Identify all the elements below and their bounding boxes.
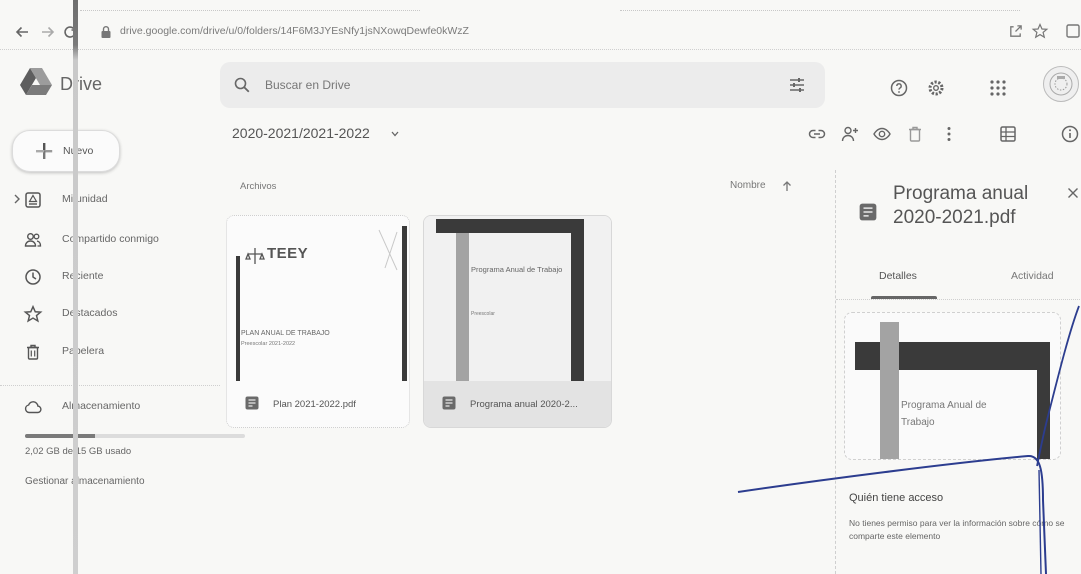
file-thumbnail[interactable]: TEEY PLAN ANUAL DE TRABAJO Preescolar 20…	[227, 216, 409, 381]
drive-logo-icon[interactable]	[20, 68, 53, 96]
access-text: No tienes permiso para ver la informació…	[849, 518, 1065, 541]
access-heading: Quién tiene acceso	[849, 492, 944, 504]
thumbnail-logo-text: TEEY	[267, 245, 309, 262]
details-panel: Programa anual 2020-2021.pdf Detalles Ac…	[835, 170, 1081, 574]
file-name: Programa anual 2020-2...	[470, 399, 578, 410]
chevron-down-icon[interactable]	[391, 131, 399, 137]
address-bar[interactable]: drive.google.com/drive/u/0/folders/14F6M…	[120, 25, 469, 37]
storage-usage-text: 2,02 GB de 15 GB usado	[25, 446, 132, 457]
thumbnail-mark	[378, 229, 398, 271]
file-preview[interactable]: Programa Anual de Trabajo	[844, 312, 1061, 460]
apps-grid-icon[interactable]	[989, 79, 1007, 97]
back-arrow-icon[interactable]	[14, 24, 32, 42]
tab-strip-edge	[620, 10, 1020, 11]
new-button-label: Nuevo	[63, 145, 94, 157]
thumbnail-border	[236, 256, 240, 381]
pdf-icon	[442, 396, 456, 410]
file-name: Plan 2021-2022.pdf	[273, 399, 356, 410]
thumbnail-bar	[456, 233, 469, 381]
storage-bar-fill	[25, 434, 96, 438]
sidebar-item-my-drive[interactable]: Mi unidad	[0, 187, 220, 213]
app-name[interactable]: Drive	[60, 74, 102, 95]
thumbnail-subtitle: Preescolar 2021-2022	[241, 341, 296, 347]
sidebar-item-storage[interactable]: Almacenamiento	[0, 394, 220, 420]
tab-strip-edge	[80, 10, 420, 11]
sidebar-item-label: Papelera	[62, 345, 105, 357]
preview-bar	[1037, 342, 1050, 459]
sidebar-divider	[0, 385, 220, 386]
preview-text: Programa Anual de Trabajo	[901, 400, 987, 428]
close-icon[interactable]	[1067, 187, 1079, 199]
sidebar-item-label: Mi unidad	[62, 193, 108, 205]
share-icon[interactable]	[1008, 24, 1026, 42]
bookmark-star-icon[interactable]	[1031, 23, 1050, 41]
plus-icon	[35, 142, 53, 160]
forward-arrow-icon[interactable]	[40, 24, 58, 42]
preview-bar	[880, 322, 899, 459]
scan-artifact-line	[73, 0, 78, 574]
clock-icon	[24, 268, 42, 286]
teey-logo-icon	[245, 248, 265, 264]
breadcrumb[interactable]: 2020-2021/2021-2022	[232, 125, 370, 141]
grid-view-icon[interactable]	[999, 125, 1017, 143]
page: drive.google.com/drive/u/0/folders/14F6M…	[0, 0, 1081, 574]
search-input[interactable]: Buscar en Drive	[265, 78, 350, 92]
help-icon[interactable]	[890, 79, 908, 97]
pdf-icon	[245, 396, 259, 410]
account-avatar[interactable]	[1043, 66, 1079, 102]
file-card[interactable]: TEEY PLAN ANUAL DE TRABAJO Preescolar 20…	[226, 215, 410, 428]
settings-gear-icon[interactable]	[927, 79, 945, 97]
tune-icon[interactable]	[788, 76, 806, 94]
add-person-icon[interactable]	[841, 125, 859, 143]
trash-icon	[24, 343, 42, 361]
tab-details[interactable]: Detalles	[879, 270, 917, 282]
thumbnail-title: Programa Anual de Trabajo	[471, 265, 563, 274]
lock-icon[interactable]	[100, 25, 112, 39]
search-bar[interactable]: Buscar en Drive	[220, 62, 825, 108]
info-icon[interactable]	[1061, 125, 1079, 143]
thumbnail-bar	[571, 219, 584, 381]
tab-divider	[836, 299, 1081, 300]
window-icon[interactable]	[1066, 24, 1080, 38]
search-icon[interactable]	[233, 76, 251, 94]
thumbnail-border	[402, 226, 407, 381]
manage-storage-button[interactable]: Gestionar almacenamiento	[25, 476, 145, 487]
tab-activity[interactable]: Actividad	[1011, 270, 1054, 282]
file-card-footer[interactable]: Plan 2021-2022.pdf	[227, 381, 409, 427]
sidebar-item-label: Reciente	[62, 270, 104, 282]
thumbnail-bar	[436, 219, 584, 233]
more-vertical-icon[interactable]	[940, 125, 958, 143]
shared-with-me-icon	[24, 231, 42, 249]
section-label-files: Archivos	[240, 181, 277, 192]
preview-eye-icon[interactable]	[873, 125, 891, 143]
sidebar-item-shared-with-me[interactable]: Compartido conmigo	[0, 227, 220, 253]
thumbnail-subtitle: Preescolar	[471, 311, 495, 317]
my-drive-icon	[24, 191, 42, 209]
details-title: Programa anual 2020-2021.pdf	[893, 183, 1029, 228]
cloud-icon	[24, 398, 42, 416]
browser-toolbar: drive.google.com/drive/u/0/folders/14F6M…	[0, 0, 1081, 50]
sidebar-item-trash[interactable]: Papelera	[0, 339, 220, 365]
sort-by-name-button[interactable]: Nombre	[730, 180, 766, 191]
sidebar-item-recent[interactable]: Reciente	[0, 264, 220, 290]
file-card[interactable]: Programa Anual de Trabajo Preescolar Pro…	[423, 215, 612, 428]
new-button[interactable]: Nuevo	[12, 130, 120, 172]
file-card-footer[interactable]: Programa anual 2020-2...	[424, 381, 611, 427]
storage-bar	[25, 434, 245, 438]
thumbnail-title: PLAN ANUAL DE TRABAJO	[241, 330, 330, 337]
arrow-up-icon[interactable]	[782, 180, 792, 192]
star-icon	[23, 304, 43, 323]
link-icon[interactable]	[808, 125, 826, 143]
sidebar-item-label: Destacados	[62, 307, 118, 319]
sidebar-item-starred[interactable]: Destacados	[0, 301, 220, 327]
file-thumbnail[interactable]: Programa Anual de Trabajo Preescolar	[424, 216, 611, 381]
trash-icon[interactable]	[906, 125, 924, 143]
pdf-icon	[859, 203, 877, 221]
